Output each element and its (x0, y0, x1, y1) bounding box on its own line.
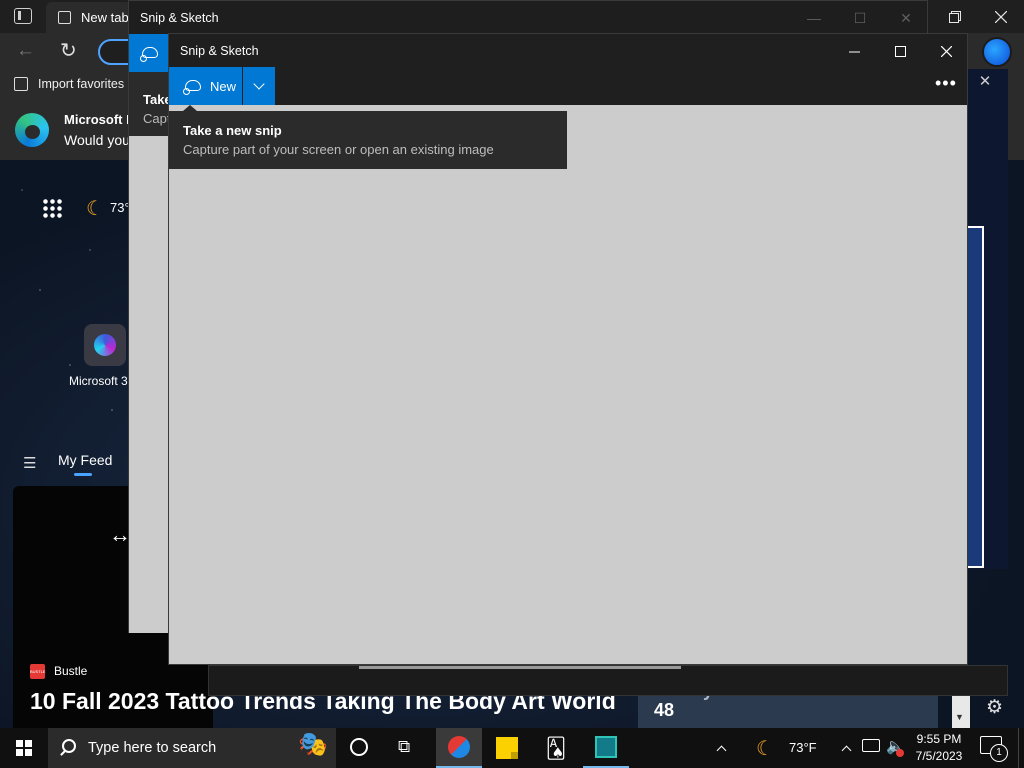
snip-back-new-button[interactable] (129, 34, 169, 72)
show-hidden-icons-button[interactable] (838, 738, 854, 758)
snip-icon (183, 77, 201, 95)
taskbar-app-sticky-notes[interactable] (484, 728, 530, 768)
snip-icon (140, 44, 158, 62)
snip-sketch-window: Snip & Sketch New ••• Take a new snip Ca… (168, 33, 968, 669)
maximize-button[interactable] (877, 38, 923, 64)
editor-icon (595, 736, 617, 758)
minimize-button[interactable] (831, 38, 877, 64)
maximize-icon (894, 45, 906, 57)
tooltip-subtitle: Capture part of your screen or open an e… (183, 142, 494, 157)
chevron-down-icon (253, 78, 265, 90)
tray-temperature[interactable]: 73°F (789, 740, 817, 755)
tab-label: New tab (81, 10, 129, 25)
microsoft-365-icon (94, 334, 116, 356)
snip-back-tooltip-sub: Capture part of your screen or open an e… (143, 111, 169, 126)
taskbar-app-editor[interactable] (583, 728, 629, 768)
back-arrow-icon[interactable]: ← (16, 40, 35, 62)
close-icon (995, 10, 1007, 23)
snip-titlebar: Snip & Sketch (169, 34, 967, 67)
new-tab-icon (58, 11, 71, 24)
taskbar-search-box[interactable]: Type here to search 🎭 (48, 728, 336, 768)
quick-link-microsoft-365[interactable] (84, 324, 126, 366)
snip-back-minimize-button[interactable]: — (791, 7, 837, 29)
window-title: Snip & Sketch (180, 44, 259, 58)
search-highlight-icon: 🎭 (298, 731, 328, 758)
tab-active-indicator (74, 473, 92, 476)
window-bottom-strip (208, 665, 1008, 696)
tab-new-tab[interactable]: New tab (46, 2, 132, 33)
hamburger-menu-icon[interactable]: ☰ (23, 454, 36, 472)
bing-chat-icon[interactable] (982, 37, 1012, 67)
scroll-down-icon[interactable]: ▼ (955, 712, 964, 722)
taskbar-app-solitaire[interactable]: 🂡 (533, 728, 579, 768)
chevron-up-icon (716, 745, 726, 755)
task-view-icon[interactable]: ⧉ (398, 737, 410, 757)
news-source: Bustle (54, 664, 88, 678)
new-snip-button[interactable]: New (169, 67, 242, 105)
snip-and-sketch-icon (448, 736, 470, 758)
sticky-notes-icon (496, 737, 518, 759)
import-favorites-icon (14, 77, 28, 91)
clock-date[interactable]: 7/5/2023 (912, 749, 966, 763)
tab-my-feed[interactable]: My Feed (58, 452, 112, 468)
restore-icon (949, 10, 961, 23)
gear-icon[interactable]: ⚙ (986, 696, 1003, 719)
news-side-card[interactable]: Disney Star Sees Ed Beard 3 48 (638, 680, 938, 728)
weather-icon[interactable]: ☾ (756, 736, 774, 761)
notification-count-badge: 1 (990, 744, 1008, 762)
new-snip-dropdown-button[interactable] (243, 67, 275, 105)
snip-back-close-button[interactable]: ✕ (883, 7, 929, 29)
show-desktop-button[interactable] (1018, 728, 1024, 768)
snip-back-canvas (129, 136, 169, 633)
import-favorites-link[interactable]: Import favorites (38, 77, 124, 91)
taskbar-scroll-icon[interactable] (712, 728, 730, 768)
panel-image (968, 226, 984, 568)
search-placeholder: Type here to search (88, 740, 217, 756)
refresh-icon[interactable]: ↻ (60, 38, 77, 63)
snip-back-maximize-button[interactable]: ☐ (837, 7, 883, 29)
snip-canvas (169, 105, 967, 664)
minimize-icon (848, 51, 860, 52)
moon-weather-icon: ☾ (86, 198, 104, 220)
tooltip-title: Take a new snip (183, 123, 282, 138)
windows-logo-icon (16, 740, 32, 756)
horizontal-scrollbar[interactable] (359, 666, 681, 669)
snip-toolbar: New ••• (169, 67, 967, 105)
taskbar-app-snip-and-sketch[interactable] (436, 728, 482, 768)
chevron-up-icon (841, 745, 851, 755)
taskbar: Type here to search 🎭 ⧉ 🂡 ☾ 73°F 🔈 9:55 … (0, 728, 1024, 768)
snip-back-titlebar: Snip & Sketch — ☐ ✕ (129, 1, 927, 34)
start-button[interactable] (0, 728, 48, 768)
clock-time[interactable]: 9:55 PM (912, 732, 966, 746)
more-options-icon[interactable]: ••• (935, 73, 957, 94)
notification-body: Would you (64, 132, 130, 148)
edge-logo-icon (15, 113, 49, 147)
volume-muted-icon (896, 749, 904, 757)
edge-close-button[interactable] (978, 0, 1024, 33)
new-snip-label: New (210, 78, 237, 94)
snip-back-tooltip-title: Take a new snip (143, 92, 169, 107)
close-button[interactable] (923, 38, 969, 64)
cortana-icon[interactable] (350, 738, 368, 756)
panel-close-icon[interactable]: ✕ (970, 68, 1000, 94)
network-icon[interactable] (862, 739, 880, 752)
snip-back-title: Snip & Sketch (140, 11, 219, 25)
tab-actions-icon[interactable] (14, 8, 32, 24)
close-icon (940, 45, 952, 57)
bustle-logo-icon: BUSTLE (30, 664, 46, 679)
restore-button[interactable] (932, 0, 978, 33)
solitaire-icon: 🂡 (545, 737, 567, 760)
page-scrollbar[interactable]: ▼ (952, 692, 970, 728)
tooltip: Take a new snip Capture part of your scr… (169, 105, 567, 169)
weather-temperature[interactable]: 73° (110, 200, 130, 215)
app-launcher-icon[interactable] (42, 198, 62, 218)
news-side-card-text: 48 (654, 700, 675, 720)
search-icon (62, 739, 76, 753)
